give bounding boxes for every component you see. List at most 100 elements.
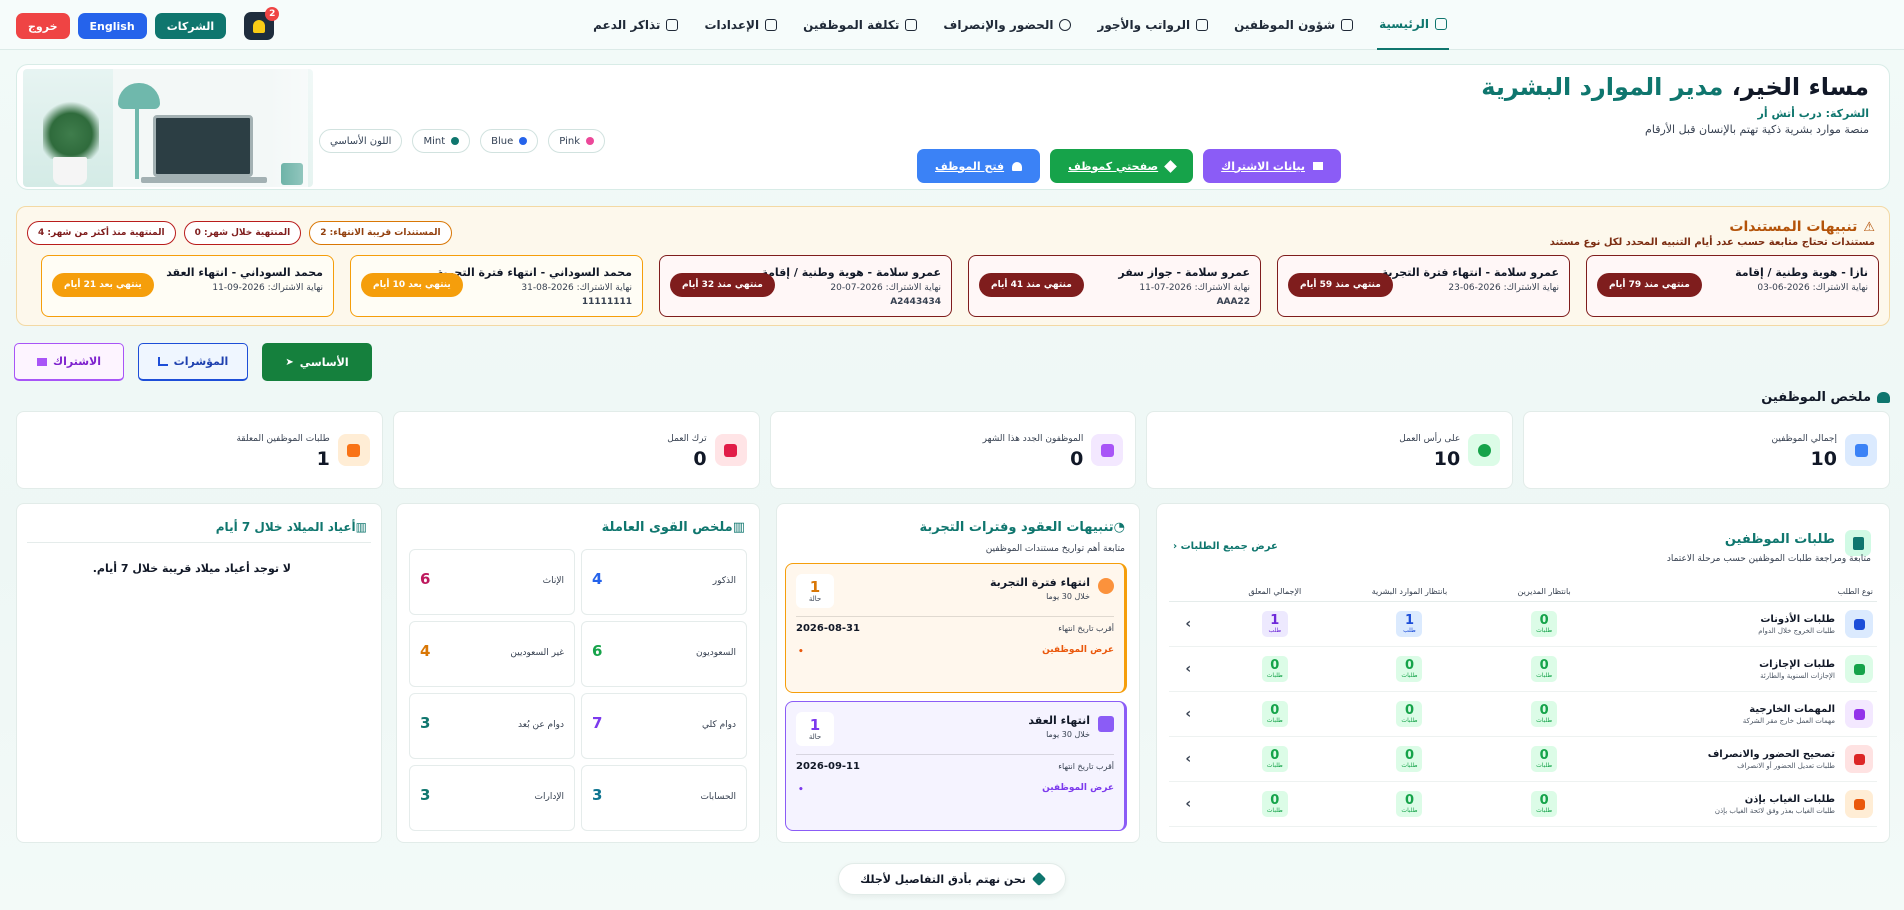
document-status-badge: منتهي منذ 41 أيام <box>979 273 1084 297</box>
tab-subscription[interactable]: الاشتراك <box>14 343 124 381</box>
request-row[interactable]: طلبات الغياب بإذن طلبات الغياب بعذر وفق ل… <box>1169 782 1877 827</box>
heart-icon <box>1164 159 1178 173</box>
workforce-stat-label: دوام كلي <box>701 720 736 730</box>
requests-subtitle: متابعة ومراجعة طلبات الموظفين حسب مرحلة … <box>1666 554 1871 564</box>
document-date: نهاية الاشتراك: 2026-06-03 <box>1757 283 1868 293</box>
requests-table-header: نوع الطلب بانتظار المديرين بانتظار الموا… <box>1169 582 1877 602</box>
workforce-stat-label: دوام عن بُعد <box>518 720 564 730</box>
dashboard-tabs: الاشتراك المؤشرات ➤ الأساسي <box>14 343 372 381</box>
workforce-stat-label: غير السعوديين <box>510 648 564 658</box>
theme-pink-chip[interactable]: Pink <box>548 129 605 153</box>
users-icon <box>1877 392 1890 403</box>
expired-month-pill[interactable]: المنتهية خلال شهر: 0 <box>183 221 302 245</box>
hr-pending-count: 0 طلبات <box>1396 656 1423 682</box>
workforce-stat-value: 7 <box>592 714 603 732</box>
workforce-stat-value: 3 <box>420 714 431 732</box>
nav-home[interactable]: الرئيسية <box>1377 0 1449 50</box>
contract-end-card[interactable]: انتهاء العقد خلال 30 يوما 1 حالة أقرب تار… <box>785 701 1127 831</box>
subscription-data-button[interactable]: بيانات الاشتراك <box>1203 149 1341 183</box>
users-icon <box>1012 161 1023 171</box>
document-date: نهاية الاشتراك: 2026-06-23 <box>1448 283 1559 293</box>
nav-payroll[interactable]: الرواتب والأجور <box>1095 0 1210 50</box>
document-alert-card[interactable]: عمرو سلامة - هوية وطنية / إقامة نهاية الا… <box>659 255 952 317</box>
request-row[interactable]: تصحيح الحضور والانصراف طلبات تعديل الحضور… <box>1169 737 1877 782</box>
wallet-icon <box>1196 19 1209 31</box>
document-title: عمرو سلامة - انتهاء فترة التجربة <box>1381 266 1559 279</box>
nav-settings[interactable]: الإعدادات <box>702 0 779 50</box>
language-button[interactable]: English <box>77 13 147 39</box>
theme-selector: اللون الأساسي Mint Blue Pink <box>319 129 605 153</box>
managers-pending-count: 0 طلبات <box>1531 656 1558 682</box>
document-alert-card[interactable]: نازا - هوية وطنية / إقامة نهاية الاشتراك:… <box>1586 255 1879 317</box>
workforce-stat-label: الحسابات <box>700 792 736 802</box>
gear-icon <box>765 19 778 31</box>
chevron-left-icon[interactable]: › <box>1169 616 1207 632</box>
hr-pending-count: 0 طلبات <box>1396 791 1423 817</box>
notifications-button[interactable]: 2 <box>244 7 280 40</box>
document-alerts-panel: ⚠ تنبيهات المستندات مستندات تحتاج متابعة… <box>16 206 1890 326</box>
document-status-badge: منتهي منذ 59 أيام <box>1288 273 1393 297</box>
theme-blue-chip[interactable]: Blue <box>480 129 539 153</box>
nav-attendance[interactable]: الحضور والإنصراف <box>941 0 1073 50</box>
workforce-stat: السعوديون 6 <box>581 621 747 687</box>
logout-button[interactable]: خروج <box>16 13 70 39</box>
stat-total-employees: إجمالي الموظفين 10 <box>1523 411 1890 489</box>
tab-indicators[interactable]: المؤشرات <box>138 343 248 381</box>
request-type-desc: مهمات العمل خارج مقر الشركة <box>1742 716 1835 725</box>
document-alert-card[interactable]: عمرو سلامة - انتهاء فترة التجربة نهاية ال… <box>1277 255 1570 317</box>
calendar-icon <box>1098 716 1114 732</box>
open-employee-button[interactable]: فتح الموظف <box>916 149 1041 183</box>
birthdays-panel: ▥أعياد الميلاد خلال 7 أيام لا توجد أعياد… <box>16 503 382 843</box>
document-alert-card[interactable]: عمرو سلامة - جواز سفر نهاية الاشتراك: 202… <box>968 255 1261 317</box>
theme-mint-chip[interactable]: Mint <box>412 129 471 153</box>
workforce-stat-value: 4 <box>592 570 603 588</box>
notification-count-badge: 2 <box>265 7 280 21</box>
view-employees-link[interactable]: عرض الموظفين <box>1042 783 1114 793</box>
view-all-requests-link[interactable]: عرض جميع الطلبات ‹ <box>1173 541 1278 552</box>
nav-employee-cost[interactable]: تكلفة الموظفين <box>801 0 919 50</box>
expiring-pill[interactable]: المستندات قريبة الانتهاء: 2 <box>309 221 452 245</box>
pink-swatch <box>585 137 594 145</box>
chevron-left-icon[interactable]: › <box>1169 706 1207 722</box>
total-pending-count: 0 طلبات <box>1261 701 1288 727</box>
chevron-left-icon: ‹ <box>1173 541 1178 552</box>
document-title: عمرو سلامة - جواز سفر <box>1118 266 1250 279</box>
expired-older-pill[interactable]: المنتهية منذ أكثر من شهر: 4 <box>27 221 176 245</box>
document-alert-card[interactable]: محمد السوداني - انتهاء فترة التجربة نهاية… <box>350 255 643 317</box>
workforce-stat-label: السعوديون <box>695 648 736 658</box>
request-type-desc: طلبات تعديل الحضور أو الانصراف <box>1737 761 1835 770</box>
managers-pending-count: 0 طلبات <box>1531 791 1558 817</box>
managers-pending-count: 0 طلبات <box>1531 611 1558 637</box>
chevron-left-icon[interactable]: › <box>1169 661 1207 677</box>
chevron-left-icon[interactable]: › <box>1169 751 1207 767</box>
nav-employees[interactable]: شؤون الموظفين <box>1232 0 1355 50</box>
request-row[interactable]: طلبات الإجازات الإجازات السنوية والطارئة 0… <box>1169 647 1877 692</box>
document-title: محمد السوداني - انتهاء فترة التجربة <box>436 266 632 279</box>
companies-button[interactable]: الشركات <box>154 13 227 39</box>
greeting-heading: مساء الخير، مدير الموارد البشرية <box>1481 73 1869 101</box>
request-row[interactable]: طلبات الأذونات طلبات الخروج خلال الدوام 0 ط… <box>1169 602 1877 647</box>
theme-default-chip[interactable]: اللون الأساسي <box>319 129 403 153</box>
request-row[interactable]: المهمات الخارجية مهمات العمل خارج مقر الش… <box>1169 692 1877 737</box>
workforce-stat: الإناث 6 <box>409 549 575 615</box>
total-pending-count: 0 طلبات <box>1261 656 1288 682</box>
bar-chart-icon: ▥ <box>732 520 745 535</box>
crown-icon <box>1313 162 1323 170</box>
request-type-name: تصحيح الحضور والانصراف <box>1707 748 1835 760</box>
document-alerts-subtitle: مستندات تحتاج متابعة حسب عدد أيام التنبي… <box>1549 237 1875 248</box>
document-status-badge: منتهي منذ 32 أيام <box>670 273 775 297</box>
view-employees-link[interactable]: عرض الموظفين <box>1042 645 1114 655</box>
nav-support-tickets[interactable]: تذاكر الدعم <box>591 0 680 50</box>
chevron-left-icon[interactable]: › <box>1169 796 1207 812</box>
document-title: محمد السوداني - انتهاء العقد <box>166 266 323 279</box>
company-name: الشركة: درب أتش أر <box>1757 107 1869 120</box>
calendar-icon <box>1845 655 1873 683</box>
document-alert-card[interactable]: محمد السوداني - انتهاء العقد نهاية الاشتر… <box>41 255 334 317</box>
probation-end-card[interactable]: انتهاء فترة التجربة خلال 30 يوما 1 حالة أ… <box>785 563 1127 693</box>
clipboard-icon <box>1845 530 1871 556</box>
hr-pending-count: 1 طلب <box>1396 611 1423 637</box>
document-number: 11111111 <box>581 297 632 307</box>
tab-main[interactable]: ➤ الأساسي <box>262 343 372 381</box>
crown-icon <box>37 357 48 366</box>
my-employee-page-button[interactable]: صفحتي كموظف <box>1050 149 1194 183</box>
